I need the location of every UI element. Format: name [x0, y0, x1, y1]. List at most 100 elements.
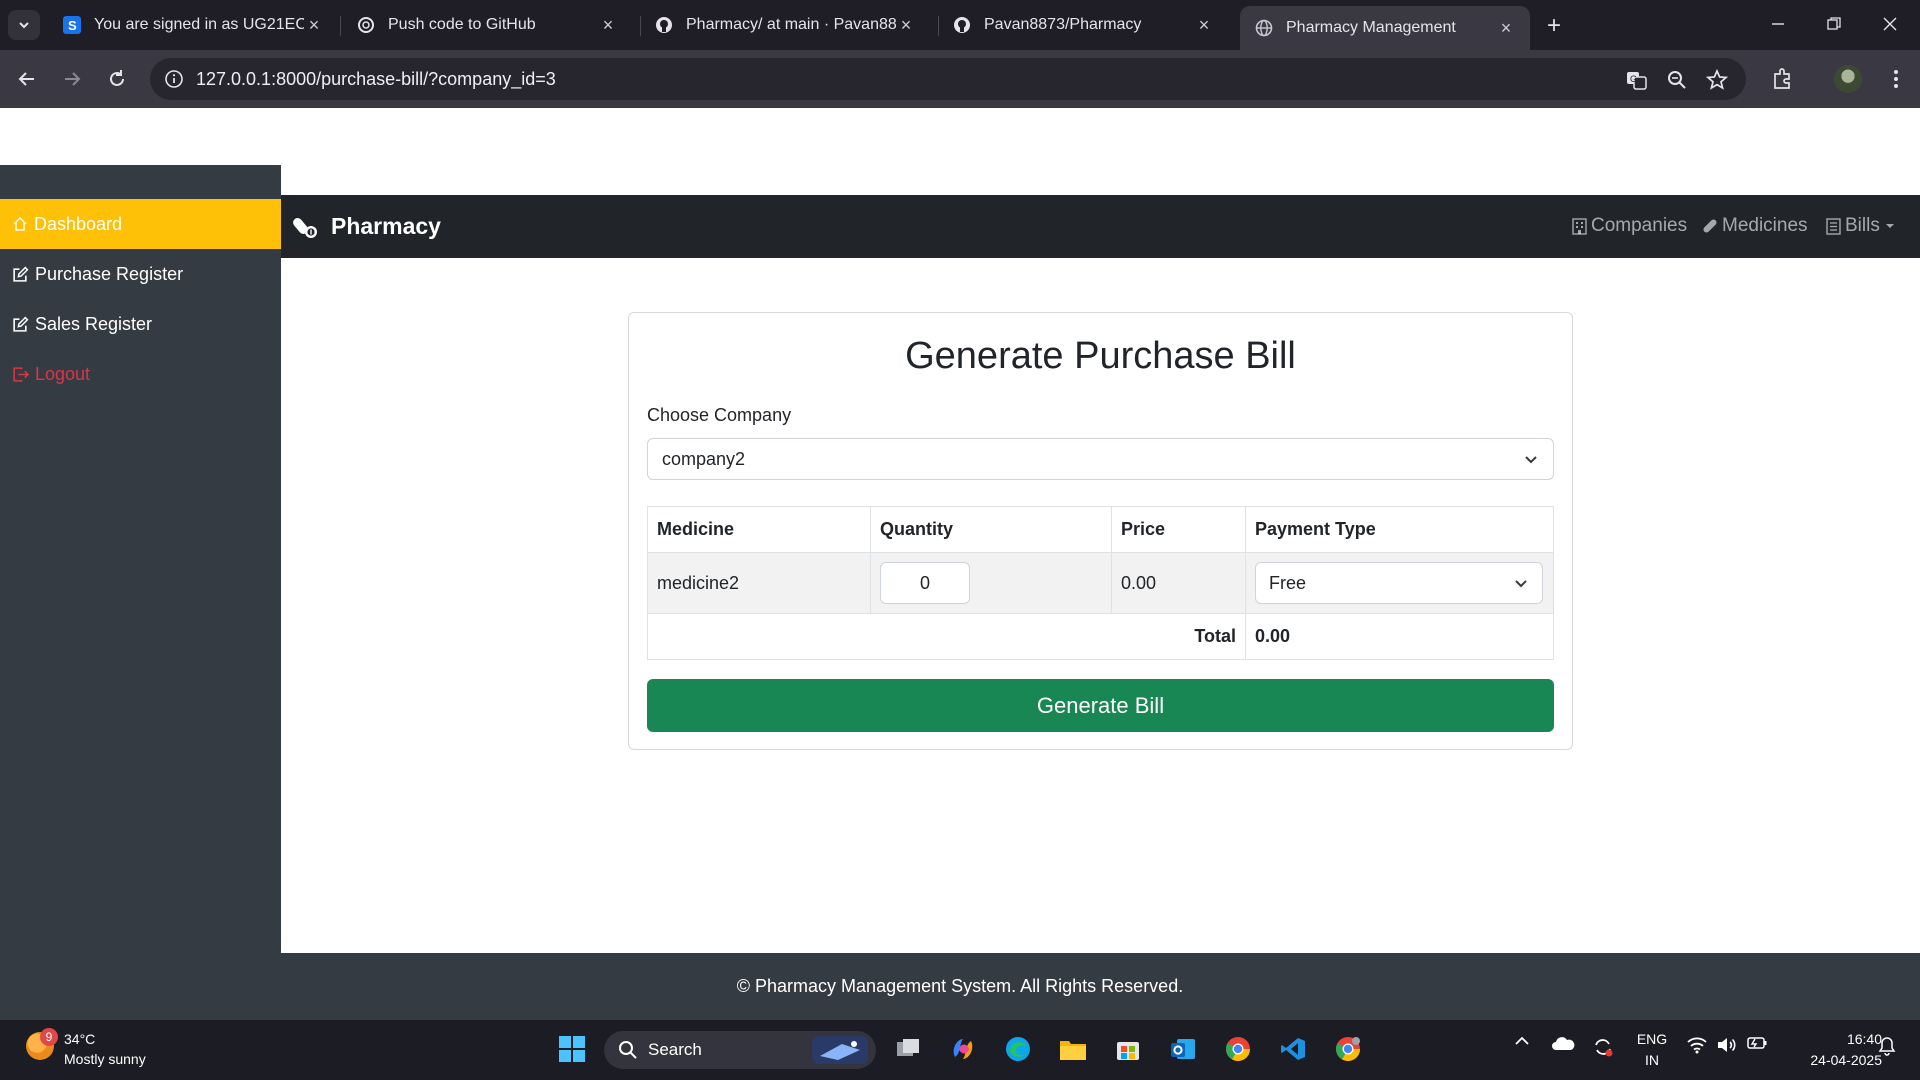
- table-header-row: Medicine Quantity Price Payment Type: [647, 506, 1554, 553]
- pencil-square-icon: [13, 266, 29, 282]
- restore-button[interactable]: [1810, 8, 1858, 40]
- column-header: Medicine: [647, 506, 871, 553]
- search-highlight-icon: [812, 1036, 868, 1064]
- region-indicator[interactable]: IN: [1634, 1052, 1670, 1068]
- tab-pharmacy-repo[interactable]: Pavan8873/Pharmacy ×: [938, 6, 1228, 44]
- clock-date[interactable]: 24-04-2025: [1785, 1052, 1882, 1068]
- bookmark-star-icon[interactable]: [1704, 67, 1730, 93]
- brand-link[interactable]: Pharmacy: [293, 213, 441, 240]
- footer: © Pharmacy Management System. All Rights…: [0, 953, 1920, 1020]
- tab-title: Pharmacy Management: [1286, 19, 1456, 36]
- edge-browser-icon[interactable]: [1002, 1033, 1034, 1065]
- task-view-icon[interactable]: [892, 1033, 924, 1065]
- medicine-name: medicine2: [647, 552, 871, 614]
- copilot-icon[interactable]: [947, 1033, 979, 1065]
- forward-button[interactable]: [56, 63, 88, 95]
- menu-kebab-icon[interactable]: [1880, 63, 1912, 95]
- outlook-icon[interactable]: [1167, 1033, 1199, 1065]
- chrome-icon[interactable]: [1222, 1033, 1254, 1065]
- brand-name: Pharmacy: [331, 213, 441, 239]
- file-explorer-icon[interactable]: [1057, 1033, 1089, 1065]
- zoom-icon[interactable]: [1664, 67, 1690, 93]
- reload-icon: [110, 70, 124, 86]
- pencil-square-icon: [13, 316, 29, 332]
- tab-title: Push code to GitHub: [388, 16, 536, 33]
- sync-icon[interactable]: [1590, 1036, 1616, 1058]
- close-tab-icon[interactable]: ×: [304, 15, 324, 35]
- battery-icon[interactable]: [1744, 1036, 1770, 1050]
- start-button[interactable]: [556, 1033, 588, 1065]
- vscode-icon[interactable]: [1277, 1033, 1309, 1065]
- capsule-icon: [293, 217, 317, 238]
- tab-signed-in[interactable]: S You are signed in as UG21EC045 ×: [48, 6, 338, 44]
- weather-description[interactable]: Mostly sunny: [64, 1051, 146, 1067]
- bill-table: Medicine Quantity Price Payment Type med…: [647, 506, 1554, 660]
- minimize-button[interactable]: [1754, 8, 1802, 40]
- sidebar-item-label: Sales Register: [35, 313, 153, 334]
- sidebar-item-purchase-register[interactable]: Purchase Register: [0, 249, 281, 299]
- sidebar-item-logout[interactable]: Logout: [0, 349, 281, 399]
- language-indicator[interactable]: ENG: [1634, 1031, 1670, 1047]
- generate-bill-button[interactable]: Generate Bill: [647, 679, 1554, 732]
- page-title: Generate Purchase Bill: [905, 335, 1296, 377]
- sidebar-item-label: Purchase Register: [35, 263, 184, 284]
- tab-search-button[interactable]: [8, 10, 40, 40]
- tab-separator: [340, 16, 341, 36]
- restore-icon: [1827, 17, 1841, 30]
- quantity-input[interactable]: 0: [880, 562, 970, 604]
- close-tab-icon[interactable]: ×: [1496, 18, 1516, 38]
- close-tab-icon[interactable]: ×: [598, 15, 618, 35]
- notification-center-icon[interactable]: [1874, 1036, 1900, 1056]
- notification-badge: 9: [40, 1028, 58, 1046]
- taskbar-search[interactable]: Search: [604, 1031, 876, 1069]
- chevron-down-icon: [1525, 456, 1537, 464]
- sidebar-item-label: Logout: [35, 363, 91, 384]
- chrome-profile-icon[interactable]: [1332, 1033, 1364, 1065]
- translate-icon[interactable]: G: [1624, 67, 1650, 93]
- tab-title: Pavan8873/Pharmacy: [984, 16, 1142, 33]
- sidebar-item-sales-register[interactable]: Sales Register: [0, 299, 281, 349]
- receipt-icon: [1826, 217, 1841, 235]
- tab-title: Pharmacy/ at main · Pavan8873/: [686, 16, 896, 33]
- tab-push-code[interactable]: Push code to GitHub ×: [342, 6, 632, 44]
- close-window-button[interactable]: [1866, 8, 1914, 40]
- url-text[interactable]: 127.0.0.1:8000/purchase-bill/?company_id…: [196, 69, 556, 90]
- reload-button[interactable]: [101, 63, 133, 95]
- quantity-cell: 0: [870, 552, 1112, 614]
- total-label: Total: [647, 613, 1246, 660]
- top-navbar: Pharmacy Companies Medicines Bills: [281, 195, 1920, 258]
- back-button[interactable]: [11, 63, 43, 95]
- microsoft-store-icon[interactable]: [1112, 1033, 1144, 1065]
- clock-time[interactable]: 16:40: [1822, 1031, 1882, 1047]
- payment-type-select[interactable]: Free: [1255, 562, 1543, 604]
- chevron-down-icon: [1515, 580, 1527, 588]
- show-hidden-icons-icon[interactable]: [1510, 1036, 1534, 1046]
- close-icon: [1883, 17, 1897, 31]
- github-icon: [654, 15, 674, 35]
- close-tab-icon[interactable]: ×: [896, 15, 916, 35]
- site-info-icon[interactable]: [160, 65, 188, 93]
- address-bar[interactable]: 127.0.0.1:8000/purchase-bill/?company_id…: [150, 58, 1746, 100]
- column-header: Price: [1111, 506, 1246, 553]
- wifi-icon[interactable]: [1684, 1036, 1710, 1054]
- volume-icon[interactable]: [1714, 1036, 1740, 1054]
- payment-type-cell: Free: [1245, 552, 1554, 614]
- chatgpt-icon: [356, 15, 376, 35]
- nav-medicines[interactable]: Medicines: [1702, 215, 1808, 237]
- sidebar-item-dashboard[interactable]: Dashboard: [0, 199, 281, 249]
- nav-companies[interactable]: Companies: [1572, 215, 1687, 237]
- logout-icon: [13, 366, 29, 382]
- new-tab-button[interactable]: +: [1540, 12, 1568, 40]
- search-icon: [619, 1041, 637, 1059]
- column-header: Quantity: [870, 506, 1112, 553]
- close-tab-icon[interactable]: ×: [1194, 15, 1214, 35]
- onedrive-cloud-icon[interactable]: [1550, 1036, 1576, 1052]
- search-label: Search: [648, 1040, 702, 1059]
- nav-bills-dropdown[interactable]: Bills: [1826, 215, 1902, 237]
- tab-pharmacy-management[interactable]: Pharmacy Management ×: [1240, 6, 1530, 50]
- tab-pharmacy-main[interactable]: Pharmacy/ at main · Pavan8873/ ×: [640, 6, 930, 44]
- profile-avatar[interactable]: [1834, 65, 1862, 93]
- weather-temperature[interactable]: 34°C: [64, 1031, 95, 1047]
- company-select[interactable]: company2: [647, 438, 1554, 480]
- extensions-icon[interactable]: [1766, 63, 1798, 95]
